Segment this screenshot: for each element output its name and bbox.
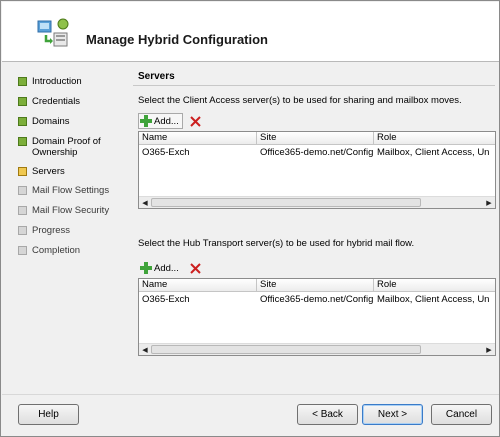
- step-credentials: Credentials: [18, 96, 80, 107]
- step-status-done-icon: [18, 137, 27, 146]
- step-servers: Servers: [18, 166, 65, 177]
- footer-divider: [2, 394, 499, 395]
- step-label: Progress: [32, 225, 71, 236]
- hub-instruction: Select the Hub Transport server(s) to be…: [138, 238, 415, 249]
- wizard-window: Manage Hybrid Configuration Introduction…: [0, 0, 500, 437]
- wizard-header: Manage Hybrid Configuration: [2, 2, 499, 62]
- step-status-pending-icon: [18, 246, 27, 255]
- cancel-label: Cancel: [445, 409, 478, 420]
- step-domains: Domains: [18, 116, 70, 127]
- step-status-done-icon: [18, 97, 27, 106]
- column-header-site[interactable]: Site: [257, 132, 374, 145]
- cancel-button[interactable]: Cancel: [431, 404, 492, 425]
- back-label: Back: [320, 409, 343, 420]
- cell-name: O365-Exch: [142, 294, 190, 305]
- table-row[interactable]: O365-Exch Office365-demo.net/Config... M…: [139, 146, 495, 159]
- help-button[interactable]: Help: [18, 404, 79, 425]
- step-progress: Progress: [18, 225, 70, 236]
- step-label: Mail Flow Settings: [32, 185, 110, 196]
- step-label: Domains: [32, 116, 70, 127]
- cas-server-list[interactable]: Name Site Role O365-Exch Office365-demo.…: [138, 131, 496, 209]
- step-mail-flow-security: Mail Flow Security: [18, 205, 109, 216]
- scroll-right-icon[interactable]: ▶: [483, 344, 495, 355]
- add-icon: [140, 262, 152, 274]
- table-header: Name Site Role: [139, 279, 495, 292]
- back-button[interactable]: < Back: [297, 404, 358, 425]
- hub-server-list[interactable]: Name Site Role O365-Exch Office365-demo.…: [138, 278, 496, 356]
- step-completion: Completion: [18, 245, 80, 256]
- cell-name: O365-Exch: [142, 147, 190, 158]
- step-status-current-icon: [18, 167, 27, 176]
- column-header-site[interactable]: Site: [257, 279, 374, 292]
- scroll-left-icon[interactable]: ◀: [139, 197, 151, 208]
- cas-add-button[interactable]: Add...: [138, 113, 183, 129]
- cell-role: Mailbox, Client Access, Un: [377, 294, 490, 305]
- hub-toolbar: Add...: [138, 260, 201, 276]
- scroll-left-icon[interactable]: ◀: [139, 344, 151, 355]
- step-introduction: Introduction: [18, 76, 82, 87]
- hybrid-config-icon: [37, 18, 69, 47]
- step-label: Completion: [32, 245, 81, 256]
- step-label: Credentials: [32, 96, 81, 107]
- step-status-done-icon: [18, 77, 27, 86]
- divider: [133, 85, 495, 86]
- next-button[interactable]: Next >: [362, 404, 423, 425]
- wizard-steps: Introduction Credentials Domains Domain …: [2, 63, 128, 393]
- delete-icon[interactable]: [190, 262, 201, 274]
- step-label: Mail Flow Security: [32, 205, 110, 216]
- scroll-right-icon[interactable]: ▶: [483, 197, 495, 208]
- scroll-thumb[interactable]: [151, 345, 421, 354]
- column-header-role[interactable]: Role: [374, 132, 495, 145]
- horizontal-scrollbar[interactable]: ◀ ▶: [139, 343, 495, 355]
- cas-instruction: Select the Client Access server(s) to be…: [138, 95, 462, 106]
- column-header-name[interactable]: Name: [139, 279, 257, 292]
- step-label: Domain Proof of Ownership: [32, 136, 101, 158]
- step-status-pending-icon: [18, 226, 27, 235]
- step-status-pending-icon: [18, 206, 27, 215]
- hub-add-button[interactable]: Add...: [138, 260, 183, 276]
- back-arrow-icon: <: [312, 409, 321, 420]
- column-header-name[interactable]: Name: [139, 132, 257, 145]
- add-icon: [140, 115, 152, 127]
- step-status-pending-icon: [18, 186, 27, 195]
- help-label: Help: [38, 409, 59, 420]
- next-label: Next >: [377, 409, 408, 420]
- scroll-thumb[interactable]: [151, 198, 421, 207]
- step-mail-flow-settings: Mail Flow Settings: [18, 185, 109, 196]
- table-row[interactable]: O365-Exch Office365-demo.net/Config... M…: [139, 293, 495, 306]
- step-status-done-icon: [18, 117, 27, 126]
- cell-site: Office365-demo.net/Config...: [260, 147, 374, 158]
- table-header: Name Site Role: [139, 132, 495, 145]
- add-label: Add...: [154, 115, 179, 127]
- column-header-role[interactable]: Role: [374, 279, 495, 292]
- main-panel: Servers Select the Client Access server(…: [129, 63, 499, 393]
- page-title: Manage Hybrid Configuration: [86, 32, 268, 47]
- delete-icon[interactable]: [190, 115, 201, 127]
- horizontal-scrollbar[interactable]: ◀ ▶: [139, 196, 495, 208]
- cell-site: Office365-demo.net/Config...: [260, 294, 374, 305]
- step-label: Introduction: [32, 76, 82, 87]
- step-label: Servers: [32, 166, 65, 177]
- section-title: Servers: [138, 71, 175, 82]
- cas-toolbar: Add...: [138, 113, 201, 129]
- cell-role: Mailbox, Client Access, Un: [377, 147, 490, 158]
- step-domain-proof: Domain Proof of Ownership: [18, 136, 113, 158]
- add-label: Add...: [154, 262, 179, 274]
